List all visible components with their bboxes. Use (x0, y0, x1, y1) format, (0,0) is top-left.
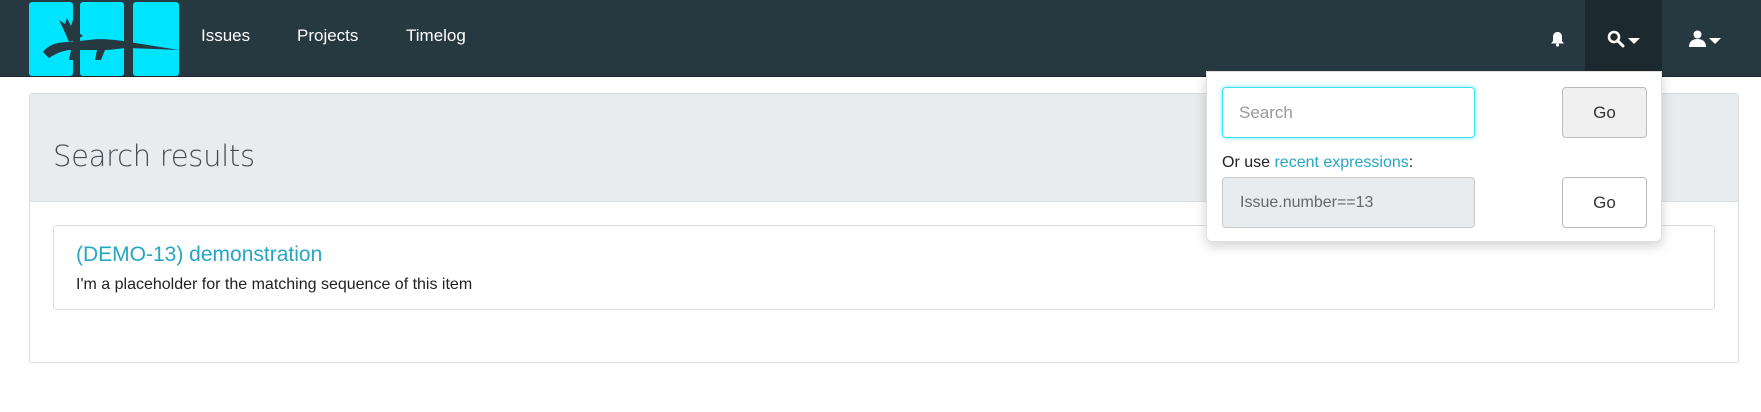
search-input[interactable] (1222, 87, 1475, 138)
result-title-link[interactable]: (DEMO-13) demonstration (76, 243, 322, 267)
top-navbar: Issues Projects Timelog (0, 0, 1761, 77)
or-use-prefix: Or use (1222, 154, 1275, 171)
expression-go-button[interactable]: Go (1562, 177, 1647, 228)
recent-expressions-link[interactable]: recent expressions (1274, 154, 1408, 171)
search-icon (1607, 30, 1625, 47)
user-icon (1689, 30, 1706, 47)
nav-projects[interactable]: Projects (297, 0, 358, 77)
search-dropdown-toggle[interactable] (1585, 0, 1662, 77)
search-go-button[interactable]: Go (1562, 87, 1647, 138)
bell-icon (1550, 31, 1564, 47)
chevron-down-icon (1628, 37, 1640, 44)
recent-expressions-hint: Or use recent expressions: (1222, 154, 1413, 172)
result-snippet: I'm a placeholder for the matching seque… (76, 276, 473, 293)
or-use-suffix: : (1408, 154, 1414, 171)
page-title: Search results (53, 139, 255, 173)
search-dropdown: Go Or use recent expressions: Go (1206, 71, 1662, 242)
notifications-button[interactable] (1540, 0, 1574, 77)
expression-field[interactable] (1222, 177, 1475, 228)
app-logo[interactable] (29, 2, 179, 76)
user-menu-toggle[interactable] (1670, 0, 1740, 77)
nav-timelog[interactable]: Timelog (406, 0, 466, 77)
nav-issues[interactable]: Issues (201, 0, 250, 77)
chevron-down-icon (1709, 37, 1721, 44)
